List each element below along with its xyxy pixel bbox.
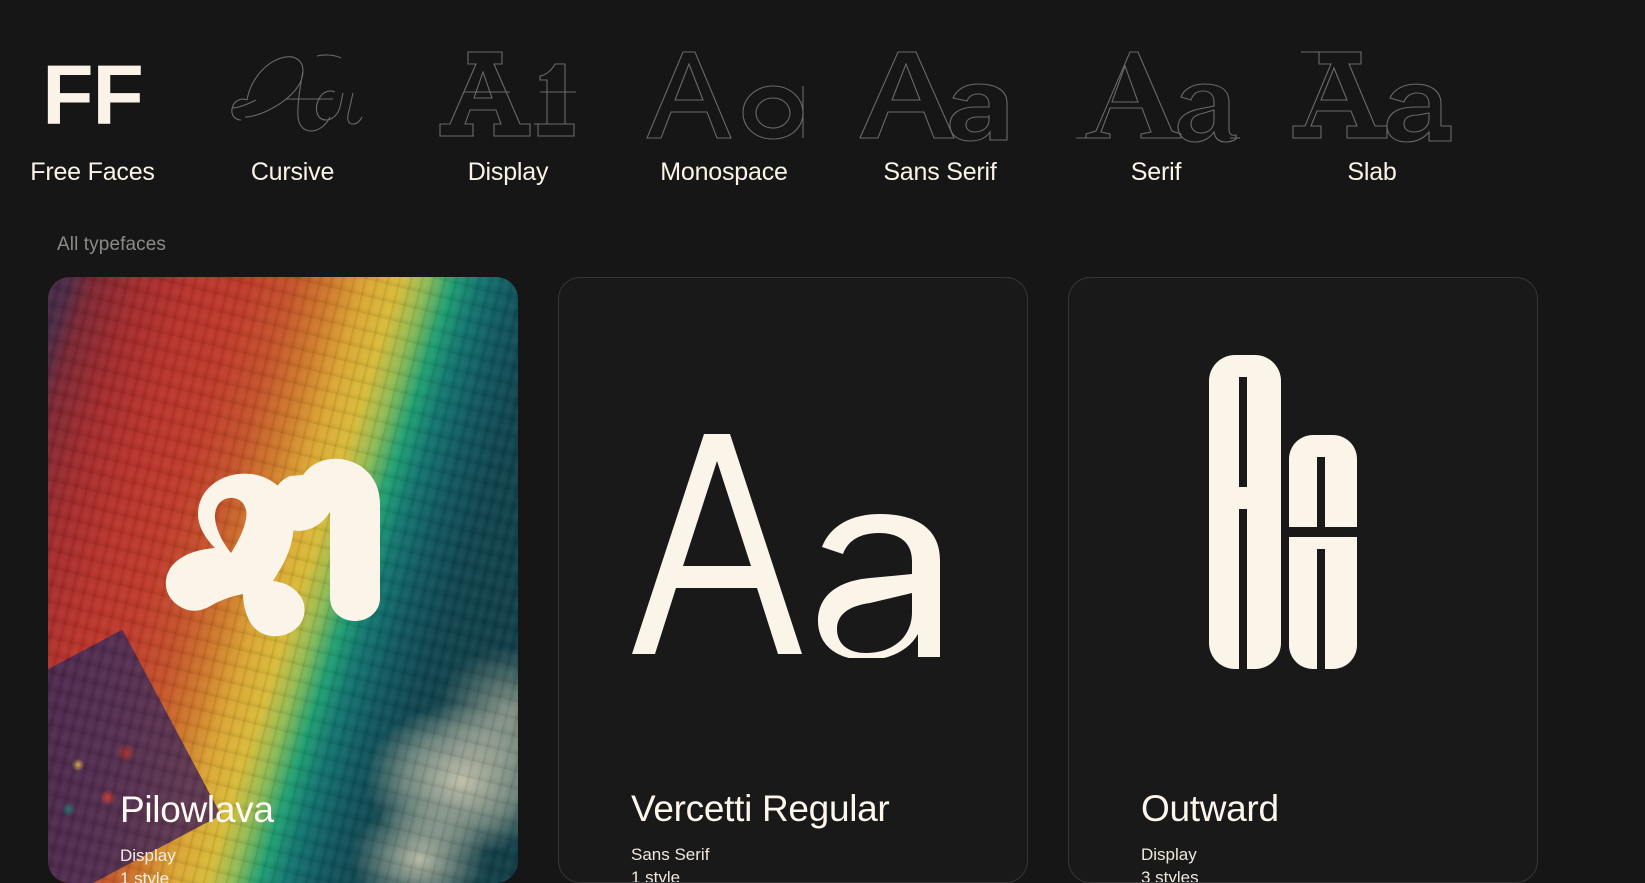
ff-wordmark-text: FF: [42, 48, 144, 143]
typeface-category: Display: [1141, 845, 1197, 865]
card-meta-outward: Outward Display 3 styles: [1141, 787, 1513, 883]
typeface-name: Outward: [1141, 787, 1279, 829]
specimen-glyph-vercetti: [559, 378, 1027, 708]
monospace-aa-outline-icon: [639, 40, 809, 152]
serif-aa-outline-icon: [1072, 40, 1240, 152]
nav-item-sans-serif[interactable]: Sans Serif: [832, 15, 1048, 185]
specimen-glyph-pilowlava: [48, 363, 518, 693]
nav-label-serif: Serif: [1130, 158, 1182, 186]
nav-label-cursive: Cursive: [250, 158, 335, 186]
typeface-name: Pilowlava: [120, 788, 274, 830]
cursive-aa-outline-icon: [213, 40, 373, 152]
typeface-style-count: 1 style: [631, 868, 681, 883]
typeface-category: Display: [120, 846, 176, 866]
typeface-style-count: 1 style: [120, 869, 170, 883]
nav-label-free-faces: Free Faces: [30, 158, 155, 186]
nav-item-cursive[interactable]: Cursive: [185, 15, 400, 185]
section-label-all-typefaces: All typefaces: [57, 234, 167, 255]
nav-item-slab[interactable]: Slab: [1264, 15, 1480, 185]
nav-label-monospace: Monospace: [660, 158, 788, 186]
specimen-glyph-outward: [1069, 344, 1537, 674]
typeface-grid: Pilowlava Display 1 style Vercetti Regul…: [48, 277, 1608, 883]
slab-aa-outline-icon: [1287, 40, 1457, 152]
nav-item-display[interactable]: Display: [400, 15, 616, 185]
nav-label-display: Display: [467, 158, 549, 186]
display-a1-outline-icon: [428, 40, 588, 152]
nav-label-slab: Slab: [1347, 158, 1397, 186]
typeface-category: Sans Serif: [631, 845, 710, 865]
nav-item-serif[interactable]: Serif: [1048, 15, 1264, 185]
nav-label-sans-serif: Sans Serif: [883, 158, 997, 186]
ff-wordmark-icon: FF: [42, 40, 144, 152]
card-meta-pilowlava: Pilowlava Display 1 style: [120, 789, 494, 883]
card-meta-vercetti-regular: Vercetti Regular Sans Serif 1 style: [631, 787, 1003, 883]
typeface-card-outward[interactable]: Outward Display 3 styles: [1068, 277, 1538, 883]
typeface-name: Vercetti Regular: [631, 787, 890, 829]
nav-item-monospace[interactable]: Monospace: [616, 15, 832, 185]
sans-serif-aa-outline-icon: [854, 40, 1026, 152]
nav-item-free-faces[interactable]: FF Free Faces: [0, 15, 185, 185]
typeface-style-count: 3 styles: [1141, 868, 1199, 883]
typeface-card-vercetti-regular[interactable]: Vercetti Regular Sans Serif 1 style: [558, 277, 1028, 883]
category-nav: FF Free Faces Cursive Display Monospace …: [0, 0, 1645, 185]
typeface-card-pilowlava[interactable]: Pilowlava Display 1 style: [48, 277, 518, 883]
